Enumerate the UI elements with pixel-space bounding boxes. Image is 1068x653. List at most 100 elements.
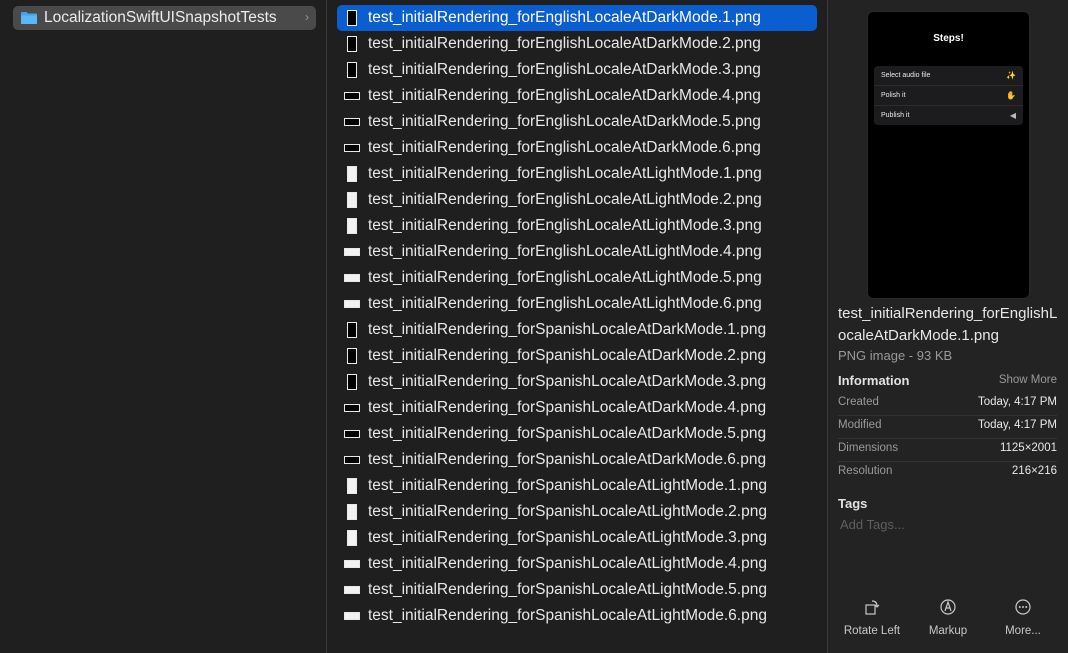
file-row[interactable]: test_initialRendering_forSpanishLocaleAt… [337, 499, 817, 525]
file-column: test_initialRendering_forEnglishLocaleAt… [327, 0, 828, 653]
file-name: test_initialRendering_forEnglishLocaleAt… [368, 243, 762, 260]
file-row[interactable]: test_initialRendering_forEnglishLocaleAt… [337, 187, 817, 213]
information-heading: Information [838, 373, 910, 388]
divider [838, 438, 1057, 439]
markup-button[interactable]: Markup [913, 596, 983, 637]
info-key: Resolution [838, 465, 893, 477]
rotate-left-icon [837, 596, 907, 618]
preview-list: Select audio file ✨ Polish it ✋ Publish … [874, 66, 1023, 125]
preview-item: Publish it ◀ [874, 106, 1023, 125]
file-row[interactable]: test_initialRendering_forEnglishLocaleAt… [337, 109, 817, 135]
file-row[interactable]: test_initialRendering_forEnglishLocaleAt… [337, 213, 817, 239]
image-thumbnail-icon [337, 92, 367, 100]
image-thumbnail-icon [337, 586, 367, 594]
markup-icon [913, 596, 983, 618]
file-row[interactable]: test_initialRendering_forEnglishLocaleAt… [337, 265, 817, 291]
info-row-dimensions: Dimensions 1125×2001 [838, 442, 1057, 454]
sparkle-icon: ✨ [1006, 71, 1016, 80]
file-name: test_initialRendering_forEnglishLocaleAt… [368, 87, 761, 104]
image-thumbnail-icon [337, 144, 367, 152]
image-thumbnail-icon [337, 62, 367, 78]
preview-image: Steps! Select audio file ✨ Polish it ✋ P… [867, 11, 1030, 299]
image-thumbnail-icon [337, 456, 367, 464]
preview-item: Polish it ✋ [874, 86, 1023, 106]
preview-item: Select audio file ✨ [874, 66, 1023, 86]
file-name: test_initialRendering_forEnglishLocaleAt… [368, 217, 762, 234]
file-row[interactable]: test_initialRendering_forSpanishLocaleAt… [337, 421, 817, 447]
image-thumbnail-icon [337, 374, 367, 390]
file-row[interactable]: test_initialRendering_forSpanishLocaleAt… [337, 603, 817, 629]
file-name: test_initialRendering_forEnglishLocaleAt… [368, 61, 761, 78]
more-icon [988, 596, 1058, 618]
folder-name: LocalizationSwiftUISnapshotTests [44, 9, 277, 26]
file-row[interactable]: test_initialRendering_forSpanishLocaleAt… [337, 473, 817, 499]
info-kind-size: PNG image - 93 KB [838, 348, 953, 363]
info-value: Today, 4:17 PM [977, 396, 1057, 408]
file-name: test_initialRendering_forSpanishLocaleAt… [368, 555, 767, 572]
tags-heading: Tags [838, 496, 868, 511]
file-row[interactable]: test_initialRendering_forSpanishLocaleAt… [337, 525, 817, 551]
file-name: test_initialRendering_forSpanishLocaleAt… [368, 477, 767, 494]
image-thumbnail-icon [337, 404, 367, 412]
file-row[interactable]: test_initialRendering_forEnglishLocaleAt… [337, 83, 817, 109]
rotate-left-button[interactable]: Rotate Left [837, 596, 907, 637]
info-value: Today, 4:17 PM [977, 419, 1057, 431]
file-name: test_initialRendering_forEnglishLocaleAt… [368, 191, 762, 208]
folder-item[interactable]: LocalizationSwiftUISnapshotTests › [13, 6, 316, 30]
file-row[interactable]: test_initialRendering_forSpanishLocaleAt… [337, 317, 817, 343]
file-row[interactable]: test_initialRendering_forSpanishLocaleAt… [337, 395, 817, 421]
info-file-name: test_initialRendering_forEnglishLocaleAt… [838, 305, 1058, 344]
file-row[interactable]: test_initialRendering_forSpanishLocaleAt… [337, 369, 817, 395]
info-row-modified: Modified Today, 4:17 PM [838, 419, 1057, 431]
image-thumbnail-icon [337, 612, 367, 620]
file-name: test_initialRendering_forEnglishLocaleAt… [368, 35, 761, 52]
file-row[interactable]: test_initialRendering_forEnglishLocaleAt… [337, 161, 817, 187]
more-button[interactable]: More... [988, 596, 1058, 637]
image-thumbnail-icon [337, 248, 367, 256]
file-row[interactable]: test_initialRendering_forSpanishLocaleAt… [337, 447, 817, 473]
file-row[interactable]: test_initialRendering_forEnglishLocaleAt… [337, 31, 817, 57]
preview-column: Steps! Select audio file ✨ Polish it ✋ P… [828, 0, 1068, 653]
megaphone-icon: ◀ [1009, 111, 1016, 120]
file-row[interactable]: test_initialRendering_forEnglishLocaleAt… [337, 291, 817, 317]
info-key: Modified [838, 419, 882, 431]
file-name: test_initialRendering_forSpanishLocaleAt… [368, 607, 767, 624]
image-thumbnail-icon [337, 478, 367, 494]
file-name: test_initialRendering_forSpanishLocaleAt… [368, 503, 767, 520]
preview-title: Steps! [933, 33, 964, 44]
image-thumbnail-icon [337, 322, 367, 338]
file-row[interactable]: test_initialRendering_forEnglishLocaleAt… [337, 5, 817, 31]
folder-column: LocalizationSwiftUISnapshotTests › [0, 0, 327, 653]
preview-item-label: Polish it [881, 92, 906, 99]
image-thumbnail-icon [337, 10, 367, 26]
folder-icon [20, 11, 38, 25]
file-row[interactable]: test_initialRendering_forSpanishLocaleAt… [337, 343, 817, 369]
image-thumbnail-icon [337, 218, 367, 234]
chevron-right-icon: › [305, 10, 309, 24]
file-name: test_initialRendering_forSpanishLocaleAt… [368, 425, 767, 442]
file-row[interactable]: test_initialRendering_forEnglishLocaleAt… [337, 239, 817, 265]
file-row[interactable]: test_initialRendering_forEnglishLocaleAt… [337, 135, 817, 161]
file-name: test_initialRendering_forSpanishLocaleAt… [368, 373, 767, 390]
image-thumbnail-icon [337, 348, 367, 364]
file-name: test_initialRendering_forSpanishLocaleAt… [368, 581, 767, 598]
info-value: 1125×2001 [999, 442, 1057, 454]
file-name: test_initialRendering_forEnglishLocaleAt… [368, 295, 762, 312]
file-row[interactable]: test_initialRendering_forSpanishLocaleAt… [337, 551, 817, 577]
show-more-link[interactable]: Show More [999, 374, 1057, 386]
markup-label: Markup [928, 625, 968, 637]
image-thumbnail-icon [337, 118, 367, 126]
file-name: test_initialRendering_forSpanishLocaleAt… [368, 529, 767, 546]
file-name: test_initialRendering_forSpanishLocaleAt… [368, 451, 767, 468]
image-thumbnail-icon [337, 430, 367, 438]
file-name: test_initialRendering_forEnglishLocaleAt… [368, 113, 761, 130]
image-thumbnail-icon [337, 530, 367, 546]
rotate-left-label: Rotate Left [843, 625, 901, 637]
info-key: Dimensions [838, 442, 899, 454]
image-thumbnail-icon [337, 274, 367, 282]
tags-input[interactable]: Add Tags... [840, 517, 905, 532]
preview-item-label: Select audio file [881, 72, 931, 79]
info-row-resolution: Resolution 216×216 [838, 465, 1057, 477]
file-row[interactable]: test_initialRendering_forEnglishLocaleAt… [337, 57, 817, 83]
file-row[interactable]: test_initialRendering_forSpanishLocaleAt… [337, 577, 817, 603]
